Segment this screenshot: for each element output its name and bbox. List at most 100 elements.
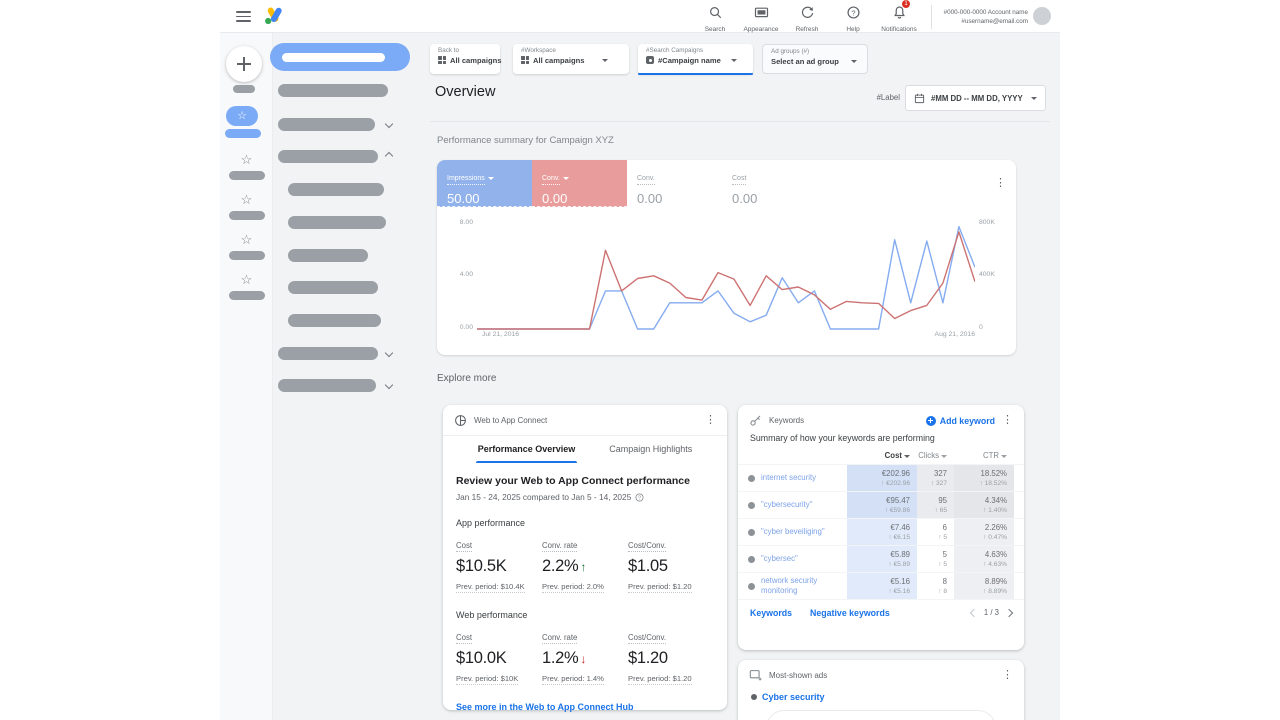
- kebab-menu-icon[interactable]: ⋮: [705, 415, 716, 426]
- rail-item[interactable]: ☆: [220, 193, 273, 220]
- column-header-cost[interactable]: Cost: [847, 451, 917, 460]
- metric-tab-conv[interactable]: Conv.0.00: [627, 160, 722, 207]
- next-page-icon[interactable]: [1005, 609, 1013, 617]
- campaign-selector[interactable]: #Search Campaigns #Campaign name: [638, 44, 753, 74]
- keyword-status-icon: [748, 529, 755, 536]
- rail-item[interactable]: ☆: [220, 153, 273, 180]
- appearance-button[interactable]: Appearance: [738, 2, 784, 33]
- back-to-all-campaigns-button[interactable]: Back to All campaigns: [430, 44, 500, 74]
- rail-item[interactable]: ☆: [220, 233, 273, 260]
- metric-convrate: Conv. rate1.2%↓Prev. period: 1.4%: [542, 627, 628, 686]
- metric-label: Cost: [732, 175, 746, 185]
- metric-tab-impressions[interactable]: Impressions50.00: [437, 160, 532, 207]
- avatar[interactable]: [1033, 7, 1051, 25]
- keyword-cell: "cyber beveiliging": [738, 519, 847, 545]
- keyword-text: "cyber beveiliging": [761, 527, 825, 537]
- calendar-icon: [914, 93, 925, 104]
- chevron-up-icon[interactable]: [385, 152, 393, 160]
- metric-value: 0.00: [542, 191, 627, 206]
- ctr-value: 4.34%: [954, 496, 1007, 505]
- tab-performance-overview[interactable]: Performance Overview: [476, 437, 578, 463]
- sidebar-item-placeholder[interactable]: [288, 281, 378, 294]
- left-axis-tick: 4.00: [445, 271, 473, 278]
- help-button[interactable]: ?Help: [830, 2, 876, 33]
- column-header-ctr[interactable]: CTR: [954, 451, 1014, 460]
- kebab-menu-icon[interactable]: ⋮: [1002, 670, 1013, 681]
- rail-item[interactable]: ☆: [220, 273, 273, 300]
- notifications-button[interactable]: 1Notifications: [876, 2, 922, 33]
- metric-prev-text: Prev. period: $10.4K: [456, 582, 525, 593]
- account-number-name: #000-000-0000 Account name: [944, 8, 1028, 17]
- sidebar-item-placeholder[interactable]: [278, 379, 376, 392]
- sidebar-item-placeholder[interactable]: [278, 150, 378, 163]
- tab-label: Performance Overview: [478, 444, 576, 454]
- x-axis-start-label: Jul 21, 2016: [482, 331, 519, 338]
- keyword-row[interactable]: internet security€202.96↑ €202.96327↑ 32…: [738, 464, 1024, 491]
- ad-group-selector[interactable]: Ad groups (#) Select an ad group: [762, 44, 868, 74]
- label-filter[interactable]: #Label: [820, 93, 900, 102]
- metric-label: Conv. rate: [542, 535, 628, 553]
- workspace-selector[interactable]: #Workspace All campaigns: [513, 44, 629, 74]
- sidebar-item-placeholder[interactable]: [278, 118, 375, 131]
- keywords-link[interactable]: Keywords: [750, 608, 792, 618]
- chevron-down-icon[interactable]: [385, 349, 393, 357]
- ctr-cell: 4.34%↑ 1.40%: [954, 492, 1014, 518]
- chevron-down-icon: [904, 455, 910, 458]
- keyword-row[interactable]: network security monitoring€5.16↑ €5.168…: [738, 572, 1024, 599]
- tab-label: Campaign Highlights: [609, 444, 692, 454]
- most-shown-ad-item[interactable]: Cyber security: [751, 692, 1011, 702]
- tab-campaign-highlights[interactable]: Campaign Highlights: [607, 437, 694, 463]
- plus-circle-icon: [926, 416, 936, 426]
- negative-keywords-link[interactable]: Negative keywords: [810, 608, 890, 618]
- campaigns-grid-icon: [521, 56, 529, 64]
- metric-label: Conv.: [542, 175, 560, 185]
- date-range-value: #MM DD -- MM DD, YYYY: [931, 94, 1023, 103]
- metric-value: $10.0K: [456, 649, 542, 668]
- kebab-menu-icon[interactable]: ⋮: [1002, 415, 1013, 426]
- metric-tab-cost[interactable]: Cost0.00: [722, 160, 817, 207]
- keyword-row[interactable]: "cybersec"€5.89↑ €5.895↑ 54.63%↑ 4.63%: [738, 545, 1024, 572]
- keyword-row[interactable]: "cyber beveiliging"€7.46↑ €6.156↑ 52.26%…: [738, 518, 1024, 545]
- divider: [443, 435, 727, 436]
- keywords-card: Keywords Add keyword ⋮ Summary of how yo…: [738, 405, 1024, 650]
- refresh-button[interactable]: Refresh: [784, 2, 830, 33]
- metric-label: Cost/Conv.: [628, 627, 714, 645]
- sidebar-item-active[interactable]: [270, 43, 410, 71]
- hamburger-menu-icon[interactable]: [236, 11, 251, 22]
- metric-prev-text: Prev. period: 2.0%: [542, 582, 604, 593]
- metric-tab-conv[interactable]: Conv. 0.00: [532, 160, 627, 207]
- sidebar-item-placeholder[interactable]: [278, 347, 378, 360]
- previous-page-icon[interactable]: [970, 609, 978, 617]
- chevron-down-icon: [1031, 97, 1037, 100]
- date-range-picker[interactable]: #MM DD -- MM DD, YYYY: [905, 85, 1046, 111]
- clicks-value: 5: [917, 550, 947, 559]
- keyword-row[interactable]: "cybersecurity"€95.47↑ €59.8695↑ 654.34%…: [738, 491, 1024, 518]
- scope-eyebrow: #Search Campaigns: [646, 47, 745, 54]
- keyword-cell: network security monitoring: [738, 573, 847, 599]
- section-title: Web performance: [456, 610, 714, 620]
- sidebar-item-placeholder[interactable]: [288, 314, 381, 327]
- active-item-placeholder: [282, 53, 385, 62]
- metric-label-text: Cost/Conv.: [628, 541, 666, 552]
- sidebar-item-placeholder[interactable]: [288, 249, 368, 262]
- add-keyword-button[interactable]: Add keyword: [926, 416, 995, 426]
- rail-item-active[interactable]: ☆: [226, 106, 258, 126]
- metric-prev: Prev. period: $1.20: [628, 668, 714, 686]
- metric-label: Cost: [456, 535, 542, 553]
- search-button[interactable]: Search: [692, 2, 738, 33]
- account-info[interactable]: #000-000-0000 Account name #username@ema…: [931, 5, 1028, 29]
- clicks-delta: ↑ 8: [917, 588, 947, 595]
- kebab-menu-icon[interactable]: ⋮: [995, 178, 1006, 189]
- action-label: Help: [830, 26, 876, 33]
- cost-cell: €5.89↑ €5.89: [847, 546, 917, 572]
- metric-label-text: Cost/Conv.: [628, 633, 666, 644]
- web-to-app-hub-link[interactable]: See more in the Web to App Connect Hub: [456, 702, 714, 712]
- create-button[interactable]: [226, 46, 262, 82]
- sidebar-item-placeholder[interactable]: [288, 183, 384, 196]
- sidebar-item-placeholder[interactable]: [288, 216, 386, 229]
- sidebar-item-placeholder[interactable]: [278, 84, 388, 97]
- help-circle-icon[interactable]: ?: [635, 493, 644, 502]
- column-header-clicks[interactable]: Clicks: [917, 451, 954, 460]
- chevron-down-icon[interactable]: [385, 120, 393, 128]
- chevron-down-icon[interactable]: [385, 381, 393, 389]
